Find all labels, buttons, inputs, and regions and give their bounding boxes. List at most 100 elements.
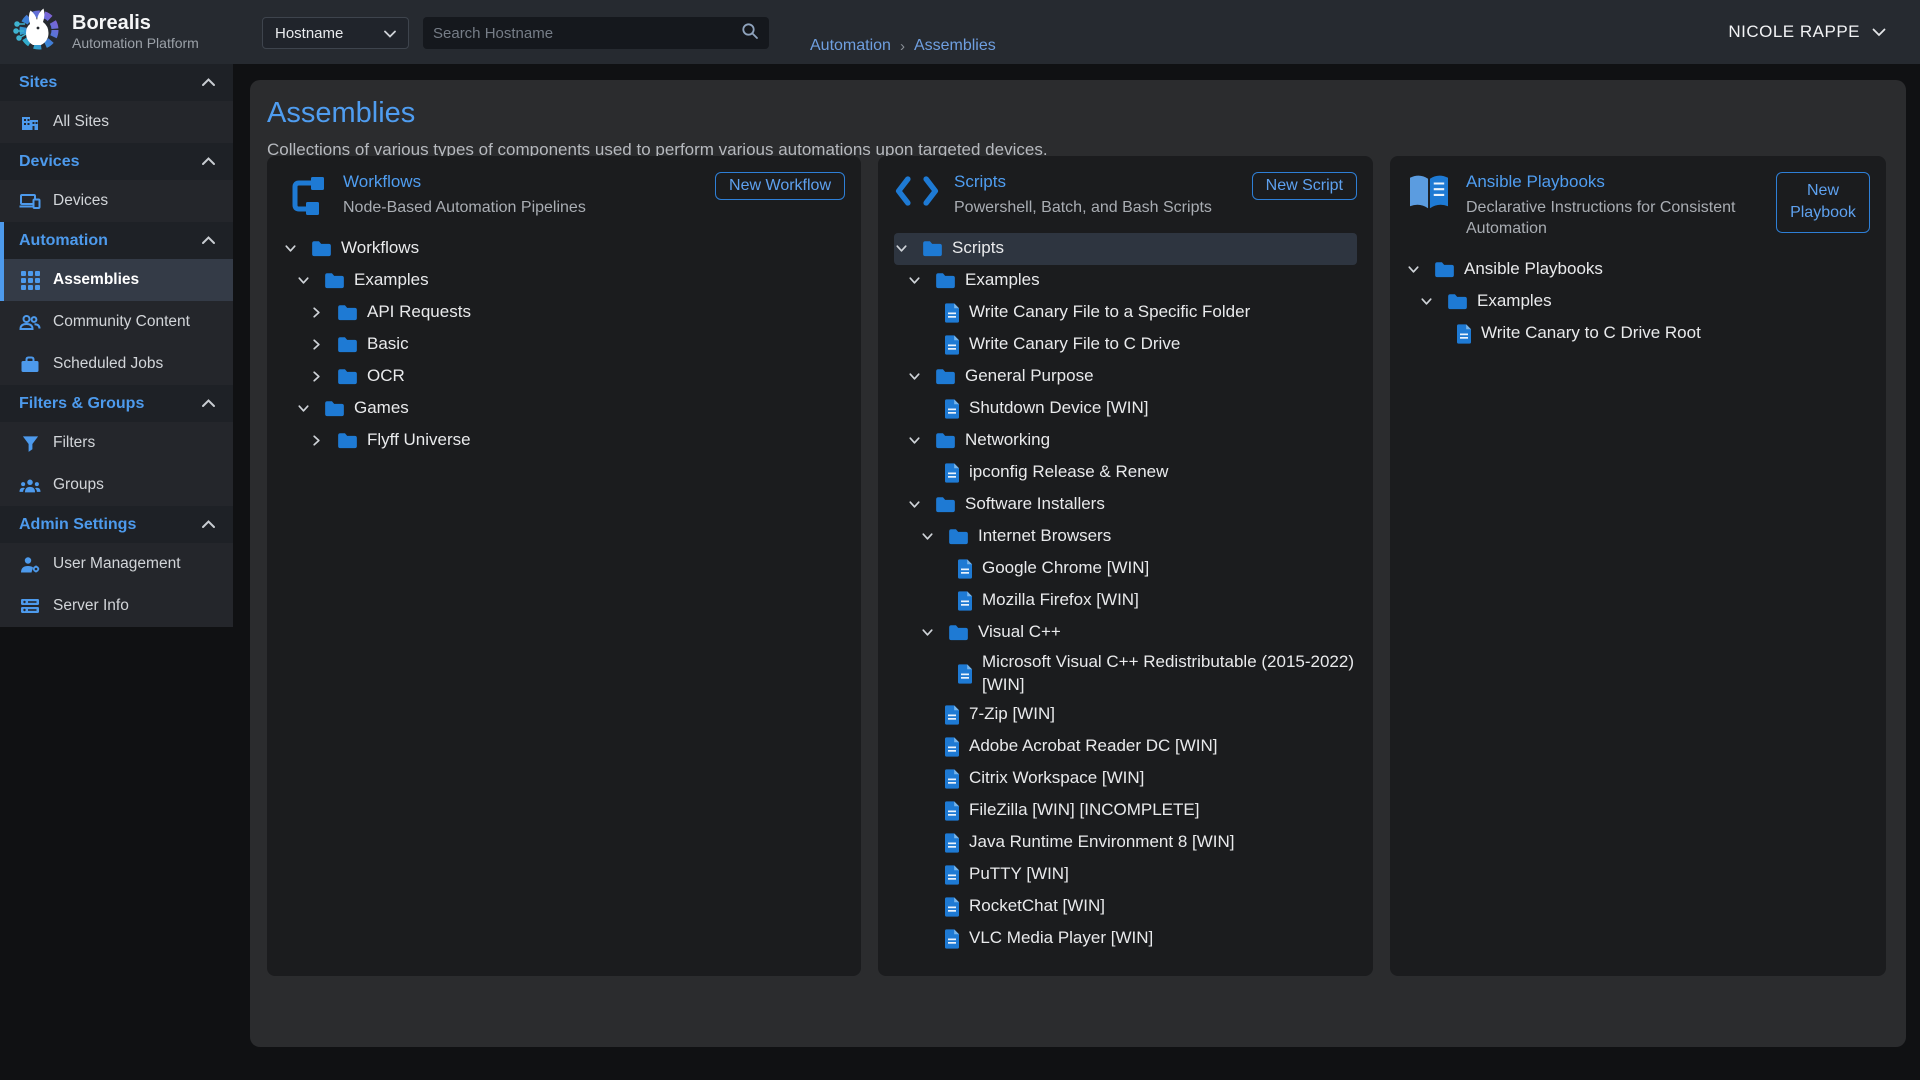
file-icon: [944, 737, 960, 757]
cards-row: Workflows Node-Based Automation Pipeline…: [267, 156, 1886, 976]
tree-item-api-requests[interactable]: API Requests: [283, 297, 845, 329]
tree-item-scripts[interactable]: Scripts: [894, 233, 1357, 265]
tree-item-shutdown-device-win[interactable]: Shutdown Device [WIN]: [894, 393, 1357, 425]
sidebar-item-label: All Sites: [53, 113, 109, 131]
topbar: Borealis Automation Platform Hostname Au…: [0, 0, 1920, 64]
tree-item-mozilla-firefox-win[interactable]: Mozilla Firefox [WIN]: [894, 585, 1357, 617]
hostname-select-value: Hostname: [275, 25, 343, 42]
chevron-down-icon[interactable]: [907, 273, 935, 288]
sidebar-item-filters[interactable]: Filters: [0, 422, 233, 464]
sidebar-item-community-content[interactable]: Community Content: [0, 301, 233, 343]
tree-item-ocr[interactable]: OCR: [283, 361, 845, 393]
tree-item-rocketchat-win[interactable]: RocketChat [WIN]: [894, 891, 1357, 923]
tree-item-write-canary-to-c-drive-root[interactable]: Write Canary to C Drive Root: [1406, 318, 1870, 350]
tree-item-label: Games: [354, 395, 409, 422]
tree-item-ipconfig-release-renew[interactable]: ipconfig Release & Renew: [894, 457, 1357, 489]
tree-item-examples[interactable]: Examples: [283, 265, 845, 297]
chevron-down-icon[interactable]: [907, 433, 935, 448]
tree-item-google-chrome-win[interactable]: Google Chrome [WIN]: [894, 553, 1357, 585]
chevron-right-icon[interactable]: [309, 369, 337, 384]
sidebar-section-admin-settings[interactable]: Admin Settings: [0, 506, 233, 543]
chevron-down-icon: [1872, 22, 1886, 42]
tree-item-visual-c[interactable]: Visual C++: [894, 617, 1357, 649]
tree-item-basic[interactable]: Basic: [283, 329, 845, 361]
chevron-down-icon[interactable]: [1419, 294, 1447, 309]
tree-item-7-zip-win[interactable]: 7-Zip [WIN]: [894, 699, 1357, 731]
chevron-down-icon[interactable]: [1406, 262, 1434, 277]
chevron-up-icon[interactable]: [201, 232, 216, 250]
chevron-down-icon[interactable]: [296, 273, 324, 288]
tree-item-flyff-universe[interactable]: Flyff Universe: [283, 425, 845, 457]
breadcrumb-assemblies[interactable]: Assemblies: [914, 37, 996, 55]
grid-icon: [19, 269, 41, 291]
hostname-select[interactable]: Hostname: [262, 17, 409, 49]
file-icon: [944, 801, 960, 821]
main-panel: Assemblies Collections of various types …: [250, 80, 1906, 1047]
tree-item-label: Examples: [965, 267, 1040, 294]
sidebar-section-automation[interactable]: Automation: [0, 222, 233, 259]
tree-item-label: Examples: [1477, 288, 1552, 315]
tree-item-citrix-workspace-win[interactable]: Citrix Workspace [WIN]: [894, 763, 1357, 795]
tree-item-label: Basic: [367, 331, 409, 358]
chevron-down-icon[interactable]: [920, 529, 948, 544]
new-playbook-button[interactable]: New Playbook: [1776, 172, 1870, 233]
code-icon: [894, 172, 940, 219]
tree-item-putty-win[interactable]: PuTTY [WIN]: [894, 859, 1357, 891]
sidebar-section-sites[interactable]: Sites: [0, 64, 233, 101]
chevron-right-icon[interactable]: [309, 305, 337, 320]
tree-item-label: 7-Zip [WIN]: [969, 701, 1055, 728]
tree-item-ansible-playbooks[interactable]: Ansible Playbooks: [1406, 254, 1870, 286]
chevron-up-icon[interactable]: [201, 74, 216, 92]
tree-item-examples[interactable]: Examples: [894, 265, 1357, 297]
tree-item-label: Java Runtime Environment 8 [WIN]: [969, 829, 1234, 856]
search-icon[interactable]: [741, 22, 759, 45]
chevron-down-icon[interactable]: [296, 401, 324, 416]
sidebar-section-devices[interactable]: Devices: [0, 143, 233, 180]
sidebar-item-user-management[interactable]: User Management: [0, 543, 233, 585]
new-workflow-button[interactable]: New Workflow: [715, 172, 845, 200]
chevron-down-icon[interactable]: [907, 369, 935, 384]
tree-item-microsoft-visual-c-redistributable-2015-2022-win[interactable]: Microsoft Visual C++ Redistributable (20…: [894, 649, 1357, 699]
new-script-button[interactable]: New Script: [1252, 172, 1357, 200]
tree-item-examples[interactable]: Examples: [1406, 286, 1870, 318]
sidebar-item-devices[interactable]: Devices: [0, 180, 233, 222]
tree-item-write-canary-file-to-c-drive[interactable]: Write Canary File to C Drive: [894, 329, 1357, 361]
sidebar-item-assemblies[interactable]: Assemblies: [0, 259, 233, 301]
chevron-up-icon[interactable]: [201, 153, 216, 171]
chevron-down-icon[interactable]: [894, 241, 922, 256]
tree-item-networking[interactable]: Networking: [894, 425, 1357, 457]
chevron-right-icon[interactable]: [309, 337, 337, 352]
tree-item-label: Ansible Playbooks: [1464, 256, 1603, 283]
server-icon: [19, 595, 41, 617]
card-title-workflows: Workflows: [343, 172, 701, 192]
tree-item-games[interactable]: Games: [283, 393, 845, 425]
breadcrumb-automation[interactable]: Automation: [810, 37, 891, 55]
search-input[interactable]: [433, 25, 741, 42]
sidebar-item-scheduled-jobs[interactable]: Scheduled Jobs: [0, 343, 233, 385]
chevron-down-icon[interactable]: [283, 241, 311, 256]
sidebar-section-label: Automation: [19, 232, 108, 250]
tree-item-filezilla-win-incomplete[interactable]: FileZilla [WIN] [INCOMPLETE]: [894, 795, 1357, 827]
tree-item-write-canary-file-to-a-specific-folder[interactable]: Write Canary File to a Specific Folder: [894, 297, 1357, 329]
tree-item-adobe-acrobat-reader-dc-win[interactable]: Adobe Acrobat Reader DC [WIN]: [894, 731, 1357, 763]
sidebar-item-label: Server Info: [53, 597, 129, 615]
chevron-down-icon[interactable]: [907, 497, 935, 512]
sidebar-item-groups[interactable]: Groups: [0, 464, 233, 506]
tree-item-workflows[interactable]: Workflows: [283, 233, 845, 265]
chevron-up-icon[interactable]: [201, 395, 216, 413]
user-menu[interactable]: NICOLE RAPPE: [1728, 22, 1886, 42]
sidebar-item-all-sites[interactable]: All Sites: [0, 101, 233, 143]
tree-item-general-purpose[interactable]: General Purpose: [894, 361, 1357, 393]
sidebar-section-label: Admin Settings: [19, 516, 136, 534]
tree-item-internet-browsers[interactable]: Internet Browsers: [894, 521, 1357, 553]
sidebar-section-filters-groups[interactable]: Filters & Groups: [0, 385, 233, 422]
chevron-up-icon[interactable]: [201, 516, 216, 534]
tree-item-label: Write Canary File to a Specific Folder: [969, 299, 1250, 326]
chevron-right-icon[interactable]: [309, 433, 337, 448]
chevron-down-icon[interactable]: [920, 625, 948, 640]
sidebar-item-server-info[interactable]: Server Info: [0, 585, 233, 627]
card-title-scripts: Scripts: [954, 172, 1238, 192]
tree-item-java-runtime-environment-8-win[interactable]: Java Runtime Environment 8 [WIN]: [894, 827, 1357, 859]
tree-item-vlc-media-player-win[interactable]: VLC Media Player [WIN]: [894, 923, 1357, 955]
tree-item-software-installers[interactable]: Software Installers: [894, 489, 1357, 521]
